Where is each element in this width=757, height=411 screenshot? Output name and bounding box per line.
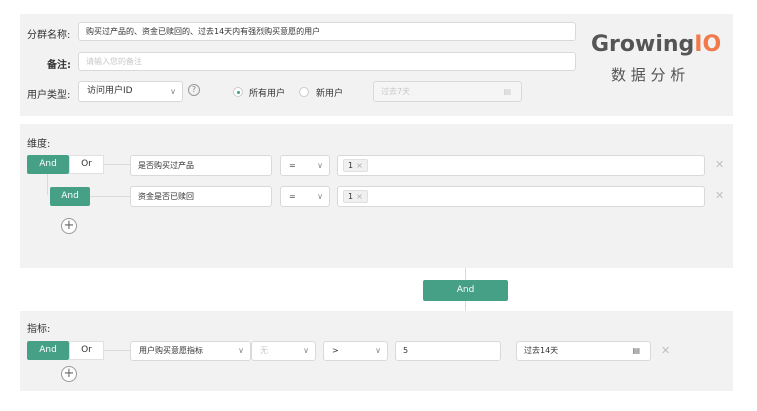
group-name-input[interactable]: 购买过产品的、资金已赎回的、过去14天内有强烈购买意愿的用户	[78, 22, 576, 41]
metric-operator-select[interactable]: > ∨	[323, 341, 388, 361]
value-tag[interactable]: 1 ×	[343, 190, 368, 203]
operator-value: =	[289, 192, 296, 201]
brand-logo: GrowingIO	[591, 32, 721, 57]
tag-label: 1	[348, 161, 354, 170]
date-range-input[interactable]: 过去7天 ▤	[373, 81, 522, 102]
group-name-label: 分群名称:	[27, 30, 71, 41]
operator-value: =	[289, 161, 296, 170]
chevron-down-icon: ∨	[317, 161, 323, 170]
add-dimension-icon[interactable]: +	[61, 218, 77, 234]
metric-value-input[interactable]: 5	[395, 341, 501, 361]
calendar-icon: ▤	[632, 346, 640, 355]
add-metric-icon[interactable]: +	[61, 366, 77, 382]
dimension-values-2[interactable]	[337, 186, 705, 207]
connector-line	[104, 350, 130, 351]
chevron-down-icon: ∨	[375, 346, 381, 355]
connector-line	[90, 196, 130, 197]
metric-or-button[interactable]: Or	[69, 341, 104, 360]
connector-line	[47, 174, 48, 195]
calendar-icon: ▤	[503, 87, 511, 96]
date-range-value: 过去7天	[381, 87, 411, 96]
user-type-value: 访问用户ID	[87, 86, 133, 96]
user-type-label: 用户类型:	[27, 90, 71, 101]
metric-date-value: 过去14天	[524, 346, 559, 355]
radio-all-users[interactable]	[233, 87, 243, 97]
metric-sub-value: 无	[260, 346, 268, 355]
brand-subtitle: 数 据 分 析	[611, 66, 686, 84]
dimension-row-and-button[interactable]: And	[50, 187, 90, 206]
value-tag[interactable]: 1 ×	[343, 159, 368, 172]
remark-input[interactable]: 请输入您的备注	[78, 52, 576, 71]
metric-date-input[interactable]: 过去14天 ▤	[516, 341, 651, 361]
chevron-down-icon: ∨	[238, 346, 244, 355]
help-icon[interactable]: ?	[188, 84, 200, 96]
chevron-down-icon: ∨	[317, 192, 323, 201]
user-type-select[interactable]: 访问用户ID ∨	[78, 81, 183, 102]
radio-new-users[interactable]	[299, 87, 309, 97]
chevron-down-icon: ∨	[170, 87, 176, 96]
dimension-and-button[interactable]: And	[27, 155, 69, 174]
dimension-values-1[interactable]	[337, 155, 705, 176]
remove-row-icon[interactable]: ✕	[715, 189, 724, 202]
metric-value: 用户购买意愿指标	[139, 346, 203, 355]
metric-operator-value: >	[332, 346, 339, 355]
dimension-field-2[interactable]: 资金是否已赎回	[130, 186, 272, 207]
dimensions-title: 维度:	[27, 139, 51, 150]
metric-select[interactable]: 用户购买意愿指标 ∨	[130, 341, 251, 361]
metric-sub-select[interactable]: 无 ∨	[251, 341, 316, 361]
tag-remove-icon[interactable]: ×	[356, 161, 363, 170]
dimension-or-button[interactable]: Or	[69, 155, 104, 174]
chevron-down-icon: ∨	[303, 346, 309, 355]
remove-row-icon[interactable]: ✕	[715, 158, 724, 171]
metric-and-button[interactable]: And	[27, 341, 69, 360]
tag-remove-icon[interactable]: ×	[356, 192, 363, 201]
dimension-field-1[interactable]: 是否购买过产品	[130, 155, 272, 176]
metrics-title: 指标:	[27, 324, 51, 335]
brand-logo-part1: Growing	[591, 32, 695, 57]
radio-new-users-label: 新用户	[316, 89, 344, 99]
dimension-operator-1[interactable]: = ∨	[280, 155, 330, 176]
brand-logo-part2: IO	[694, 32, 722, 57]
section-and-button[interactable]: And	[423, 280, 508, 301]
tag-label: 1	[348, 192, 354, 201]
dimension-operator-2[interactable]: = ∨	[280, 186, 330, 207]
remark-label: 备注:	[47, 60, 71, 71]
remove-metric-icon[interactable]: ✕	[661, 344, 670, 357]
radio-all-users-label: 所有用户	[249, 89, 286, 99]
connector-line	[104, 164, 130, 165]
